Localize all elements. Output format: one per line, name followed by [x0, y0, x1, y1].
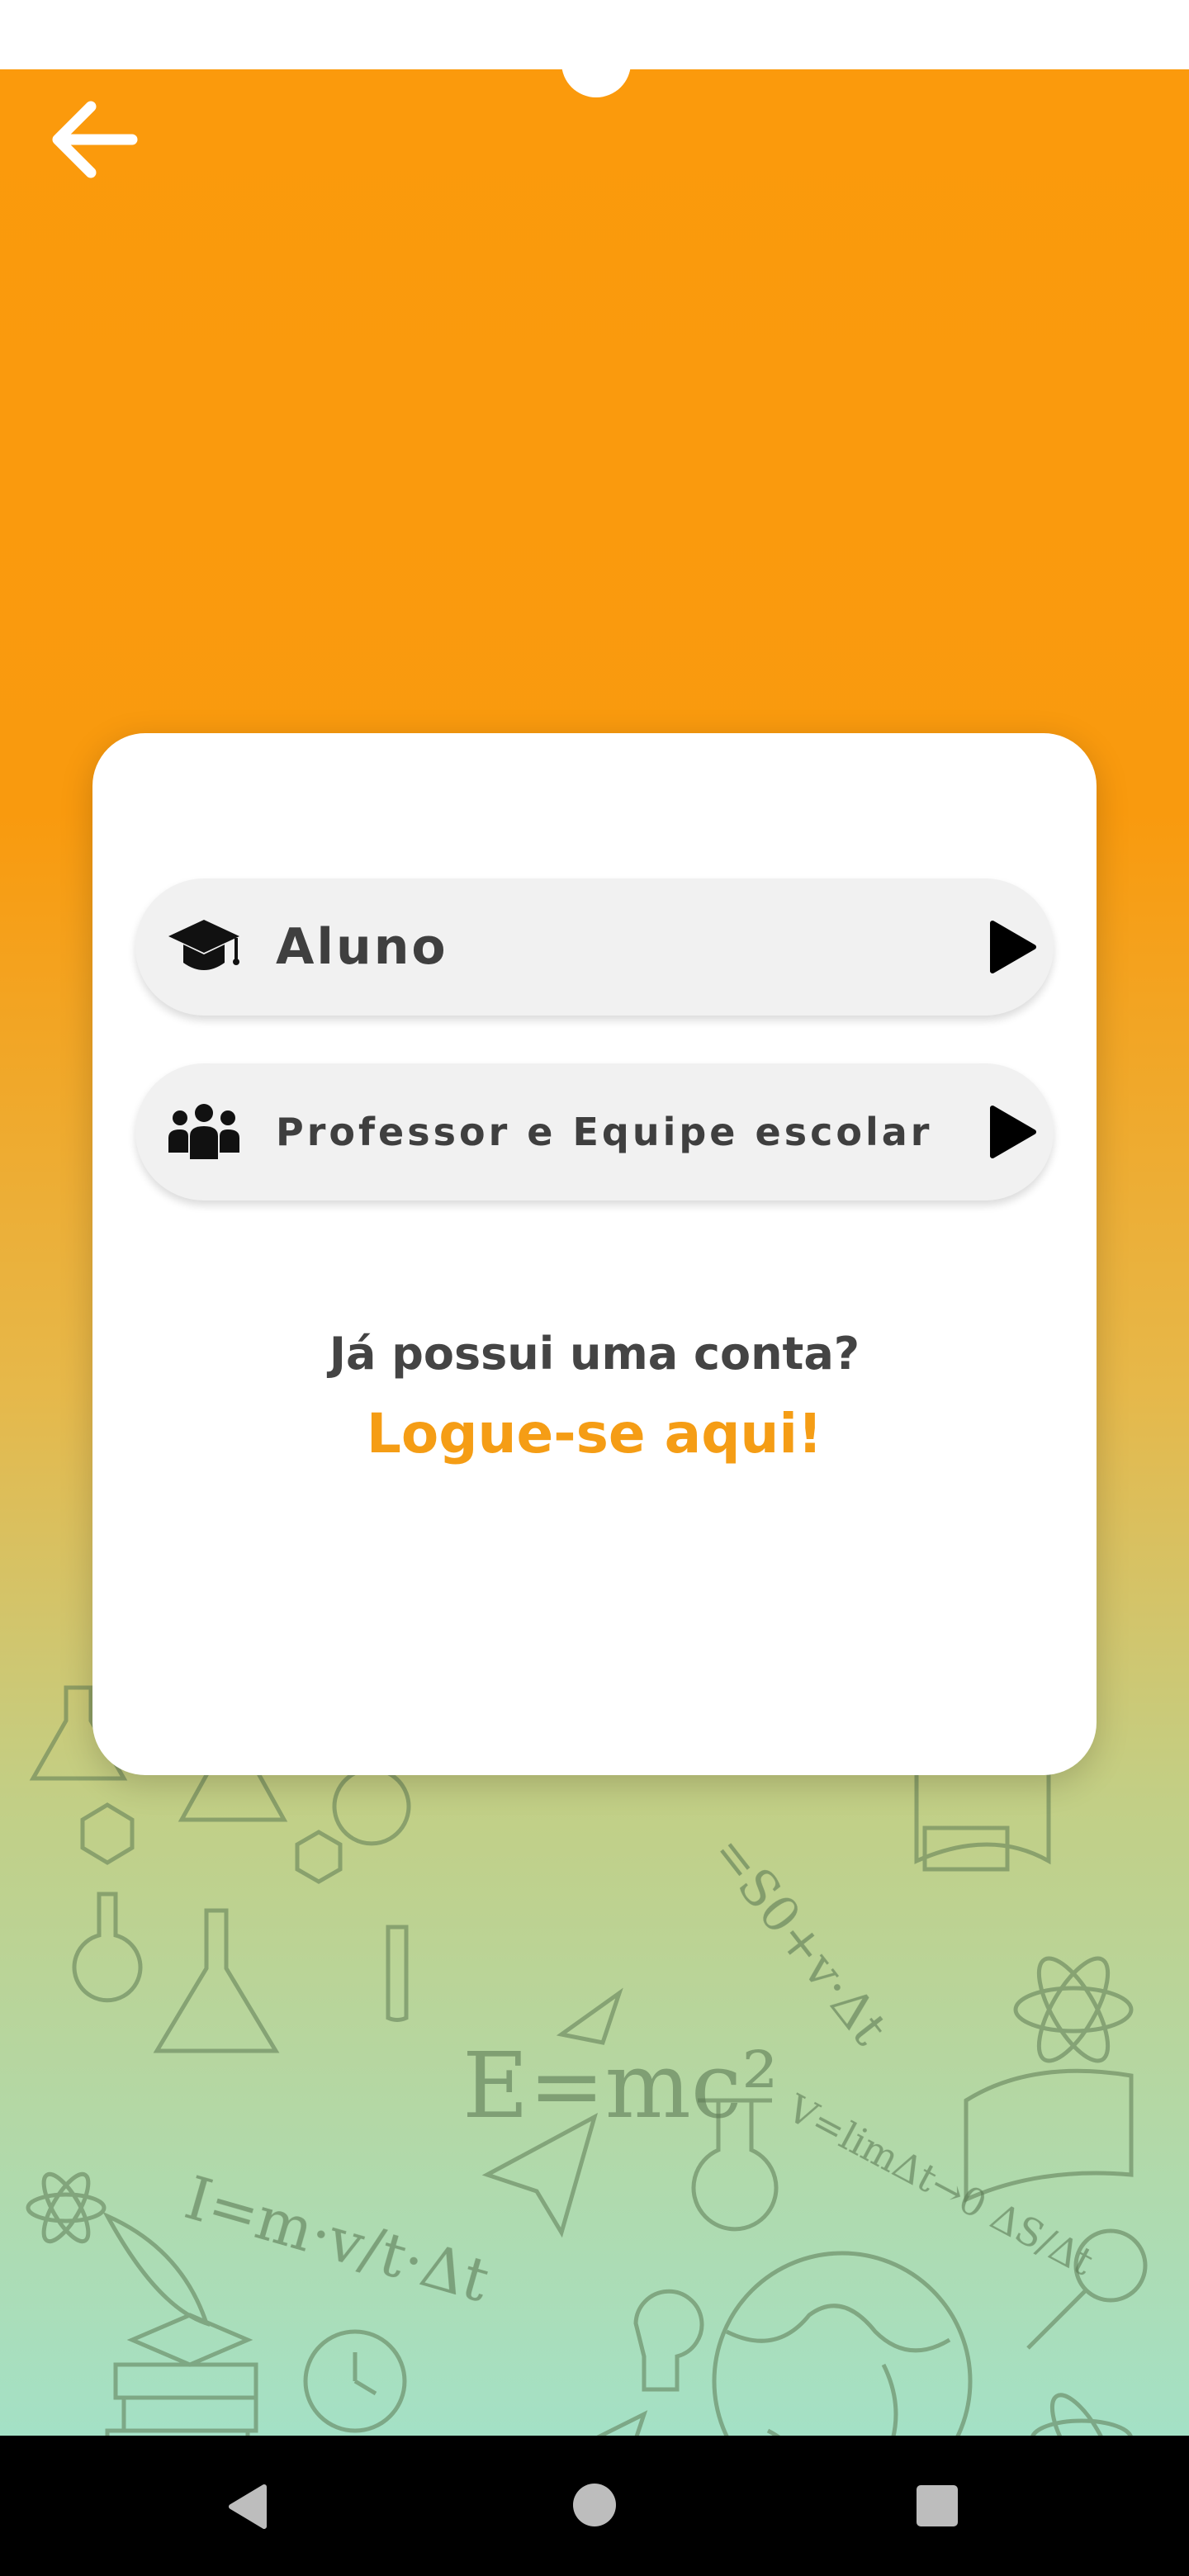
- nav-back-icon[interactable]: [223, 2482, 272, 2531]
- system-navigation-bar: [0, 2436, 1189, 2576]
- play-arrow-icon: [990, 1106, 1036, 1158]
- role-selection-card: Aluno Professor e Equipe escolar Já poss…: [92, 733, 1097, 1775]
- users-group-icon: [168, 1104, 239, 1159]
- svg-text:I=m·v/t·Δt: I=m·v/t·Δt: [178, 2163, 496, 2316]
- student-option-label: Aluno: [276, 918, 448, 976]
- nav-recent-icon[interactable]: [917, 2485, 958, 2526]
- have-account-text: Já possui uma conta?: [329, 1328, 860, 1380]
- login-link[interactable]: Logue-se aqui!: [92, 1402, 1097, 1466]
- svg-text:=S0+v·Δt: =S0+v·Δt: [700, 1825, 898, 2056]
- svg-text:E=mc²: E=mc²: [462, 2033, 778, 2138]
- app-screen: E=mc² =S0+v·Δt V=limΔt→0 ΔS/Δt I=m·v/t·Δ…: [0, 69, 1189, 2436]
- student-option-button[interactable]: Aluno: [135, 878, 1054, 1016]
- staff-option-label: Professor e Equipe escolar: [276, 1110, 933, 1154]
- staff-option-button[interactable]: Professor e Equipe escolar: [135, 1063, 1054, 1200]
- status-bar: [0, 0, 1189, 69]
- arrow-left-icon[interactable]: [41, 94, 149, 185]
- graduation-cap-icon: [168, 920, 239, 970]
- play-arrow-icon: [990, 921, 1036, 973]
- nav-home-icon[interactable]: [573, 2484, 616, 2526]
